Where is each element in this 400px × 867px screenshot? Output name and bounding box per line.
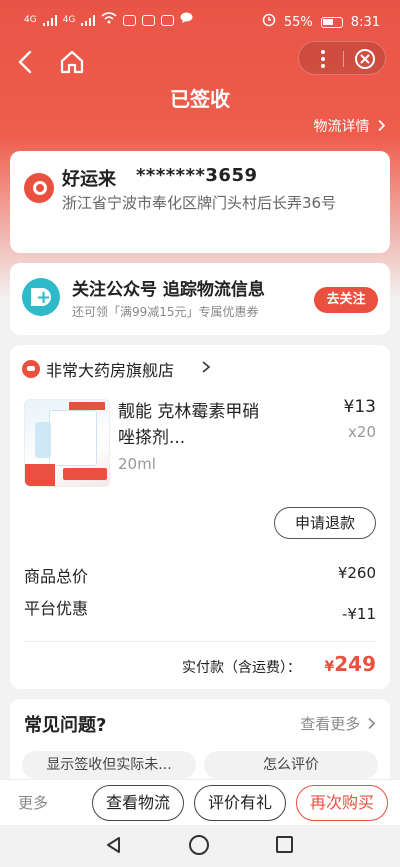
follow-title: 关注公众号 追踪物流信息 [72, 280, 265, 300]
close-button[interactable] [354, 48, 376, 70]
divider [24, 641, 376, 642]
location-pin-icon [24, 173, 54, 203]
signal-icon-2 [81, 14, 96, 26]
address-card: 好运来 *******3659 浙江省宁波市奉化区牌门头村后长弄36号 [10, 151, 390, 253]
follow-subtitle: 还可领「满99减15元」专属优惠券 [72, 305, 259, 319]
refund-button[interactable]: 申请退款 [274, 507, 376, 539]
status-right: 55% 8:31 [262, 13, 380, 31]
product-price: ¥13 [343, 397, 376, 417]
faq-chip[interactable]: 怎么评价 [204, 751, 378, 779]
recipient-name: 好运来 [62, 169, 116, 190]
logistics-detail-link[interactable]: 物流详情 [314, 116, 386, 136]
logistics-detail-label: 物流详情 [313, 119, 370, 135]
bottom-action-bar: 更多 查看物流 评价有礼 再次购买 [0, 779, 400, 825]
mini-program-capsule [298, 41, 386, 75]
signal-icon [42, 14, 57, 26]
system-back-icon[interactable] [104, 835, 124, 855]
capsule-divider [343, 51, 344, 67]
discount-label: 平台优惠 [24, 599, 89, 618]
review-button[interactable]: 评价有礼 [194, 785, 286, 821]
page-title: 已签收 [170, 87, 230, 111]
store-name-link[interactable]: 非常大药房旗舰店 [46, 357, 174, 381]
faq-title: 常见问题? [24, 715, 107, 736]
faq-chip[interactable]: 显示签收但实际未... [22, 751, 196, 779]
store-icon [22, 360, 40, 378]
faq-card: 常见问题? 查看更多 显示签收但实际未... 怎么评价 [10, 699, 390, 789]
product-image[interactable] [24, 399, 110, 487]
chevron-right-icon [368, 717, 376, 730]
follow-official-account-card[interactable]: 关注公众号 追踪物流信息 还可领「满99减15元」专属优惠券 去关注 [10, 263, 390, 335]
product-name[interactable]: 靓能 克林霉素甲硝唑搽剂... [118, 399, 268, 451]
back-button[interactable] [14, 48, 38, 76]
view-logistics-button[interactable]: 查看物流 [92, 785, 184, 821]
system-recents-icon[interactable] [276, 836, 293, 853]
total-value: ¥260 [337, 564, 376, 582]
network-label-2: 4G [62, 15, 76, 25]
follow-button[interactable]: 去关注 [314, 287, 378, 313]
app-notification-icon-2 [142, 14, 156, 26]
paid-currency: ¥ [324, 659, 335, 675]
faq-more-label: 查看更多 [300, 715, 361, 733]
close-icon [355, 49, 375, 69]
paid-amount: ¥249 [325, 652, 377, 676]
order-card: 非常大药房旗舰店 靓能 克林霉素甲硝唑搽剂... 20ml ¥13 x20 申请… [10, 345, 390, 689]
system-navigation-bar [0, 825, 400, 867]
status-left: 4G 4G [24, 12, 193, 28]
recipient-address: 浙江省宁波市奉化区牌门头村后长弄36号 [62, 194, 337, 212]
clock: 8:31 [350, 14, 380, 30]
paid-label: 实付款（含运费）： [182, 660, 301, 676]
battery-icon [320, 16, 343, 28]
app-notification-icon [123, 14, 137, 26]
more-button[interactable]: 更多 [18, 792, 48, 813]
total-label: 商品总价 [24, 567, 89, 586]
network-label-1: 4G [24, 15, 37, 25]
product-quantity: x20 [348, 423, 376, 441]
home-button[interactable] [58, 48, 86, 76]
status-bar: 4G 4G 55% 8:31 [0, 0, 400, 40]
recipient-phone: *******3659 [136, 165, 258, 186]
app-notification-icon-3 [161, 14, 175, 26]
system-home-icon[interactable] [189, 835, 209, 855]
product-spec: 20ml [118, 455, 156, 473]
official-account-icon [22, 278, 60, 316]
chevron-right-icon [378, 119, 386, 132]
battery-percent: 55% [283, 14, 313, 30]
chat-icon [180, 12, 193, 28]
alarm-icon [262, 13, 276, 31]
wifi-icon [101, 12, 117, 28]
more-options-button[interactable] [314, 47, 332, 71]
faq-more-link[interactable]: 查看更多 [300, 713, 376, 734]
discount-value: -¥11 [341, 605, 376, 623]
buy-again-button[interactable]: 再次购买 [296, 785, 388, 821]
home-icon [60, 50, 84, 74]
paid-value: 249 [334, 652, 376, 676]
chevron-right-icon [202, 361, 211, 373]
back-arrow-icon [18, 50, 32, 74]
